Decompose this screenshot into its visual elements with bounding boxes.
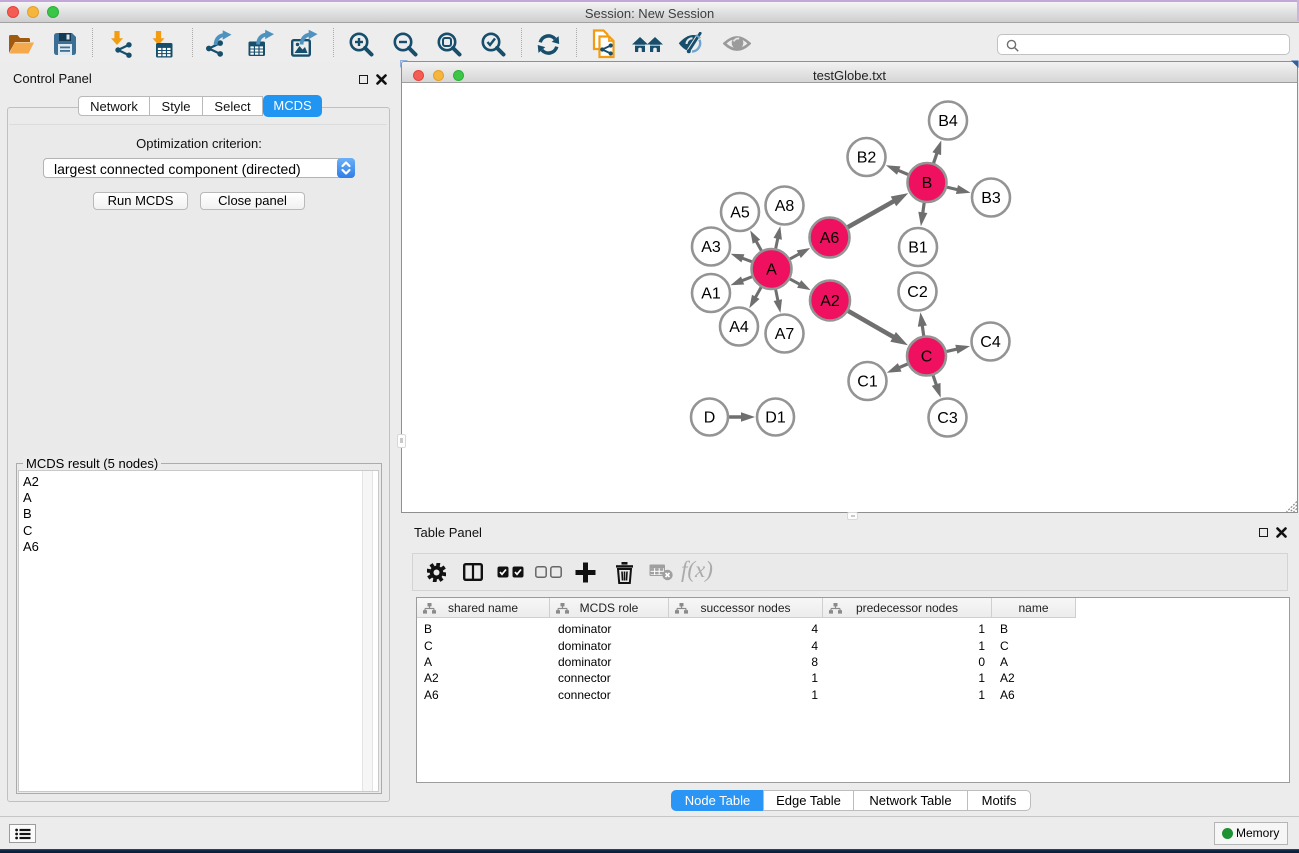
svg-text:B1: B1 bbox=[908, 240, 928, 257]
svg-text:B4: B4 bbox=[938, 113, 958, 130]
svg-text:A1: A1 bbox=[701, 286, 721, 303]
svg-text:C: C bbox=[921, 349, 933, 366]
svg-text:B2: B2 bbox=[857, 150, 877, 167]
svg-text:C2: C2 bbox=[907, 284, 928, 301]
svg-text:B: B bbox=[922, 175, 933, 192]
svg-text:D1: D1 bbox=[765, 410, 786, 427]
svg-text:B3: B3 bbox=[981, 190, 1001, 207]
svg-text:A6: A6 bbox=[820, 230, 840, 247]
svg-text:A7: A7 bbox=[775, 326, 795, 343]
svg-text:C4: C4 bbox=[980, 334, 1001, 351]
svg-text:D: D bbox=[704, 410, 716, 427]
svg-text:C3: C3 bbox=[937, 410, 958, 427]
svg-text:A4: A4 bbox=[729, 319, 749, 336]
svg-text:A: A bbox=[766, 262, 777, 279]
svg-text:A8: A8 bbox=[775, 198, 795, 215]
svg-text:A5: A5 bbox=[730, 205, 750, 222]
svg-text:A3: A3 bbox=[701, 239, 721, 256]
svg-text:A2: A2 bbox=[820, 293, 840, 310]
svg-text:C1: C1 bbox=[857, 374, 878, 391]
